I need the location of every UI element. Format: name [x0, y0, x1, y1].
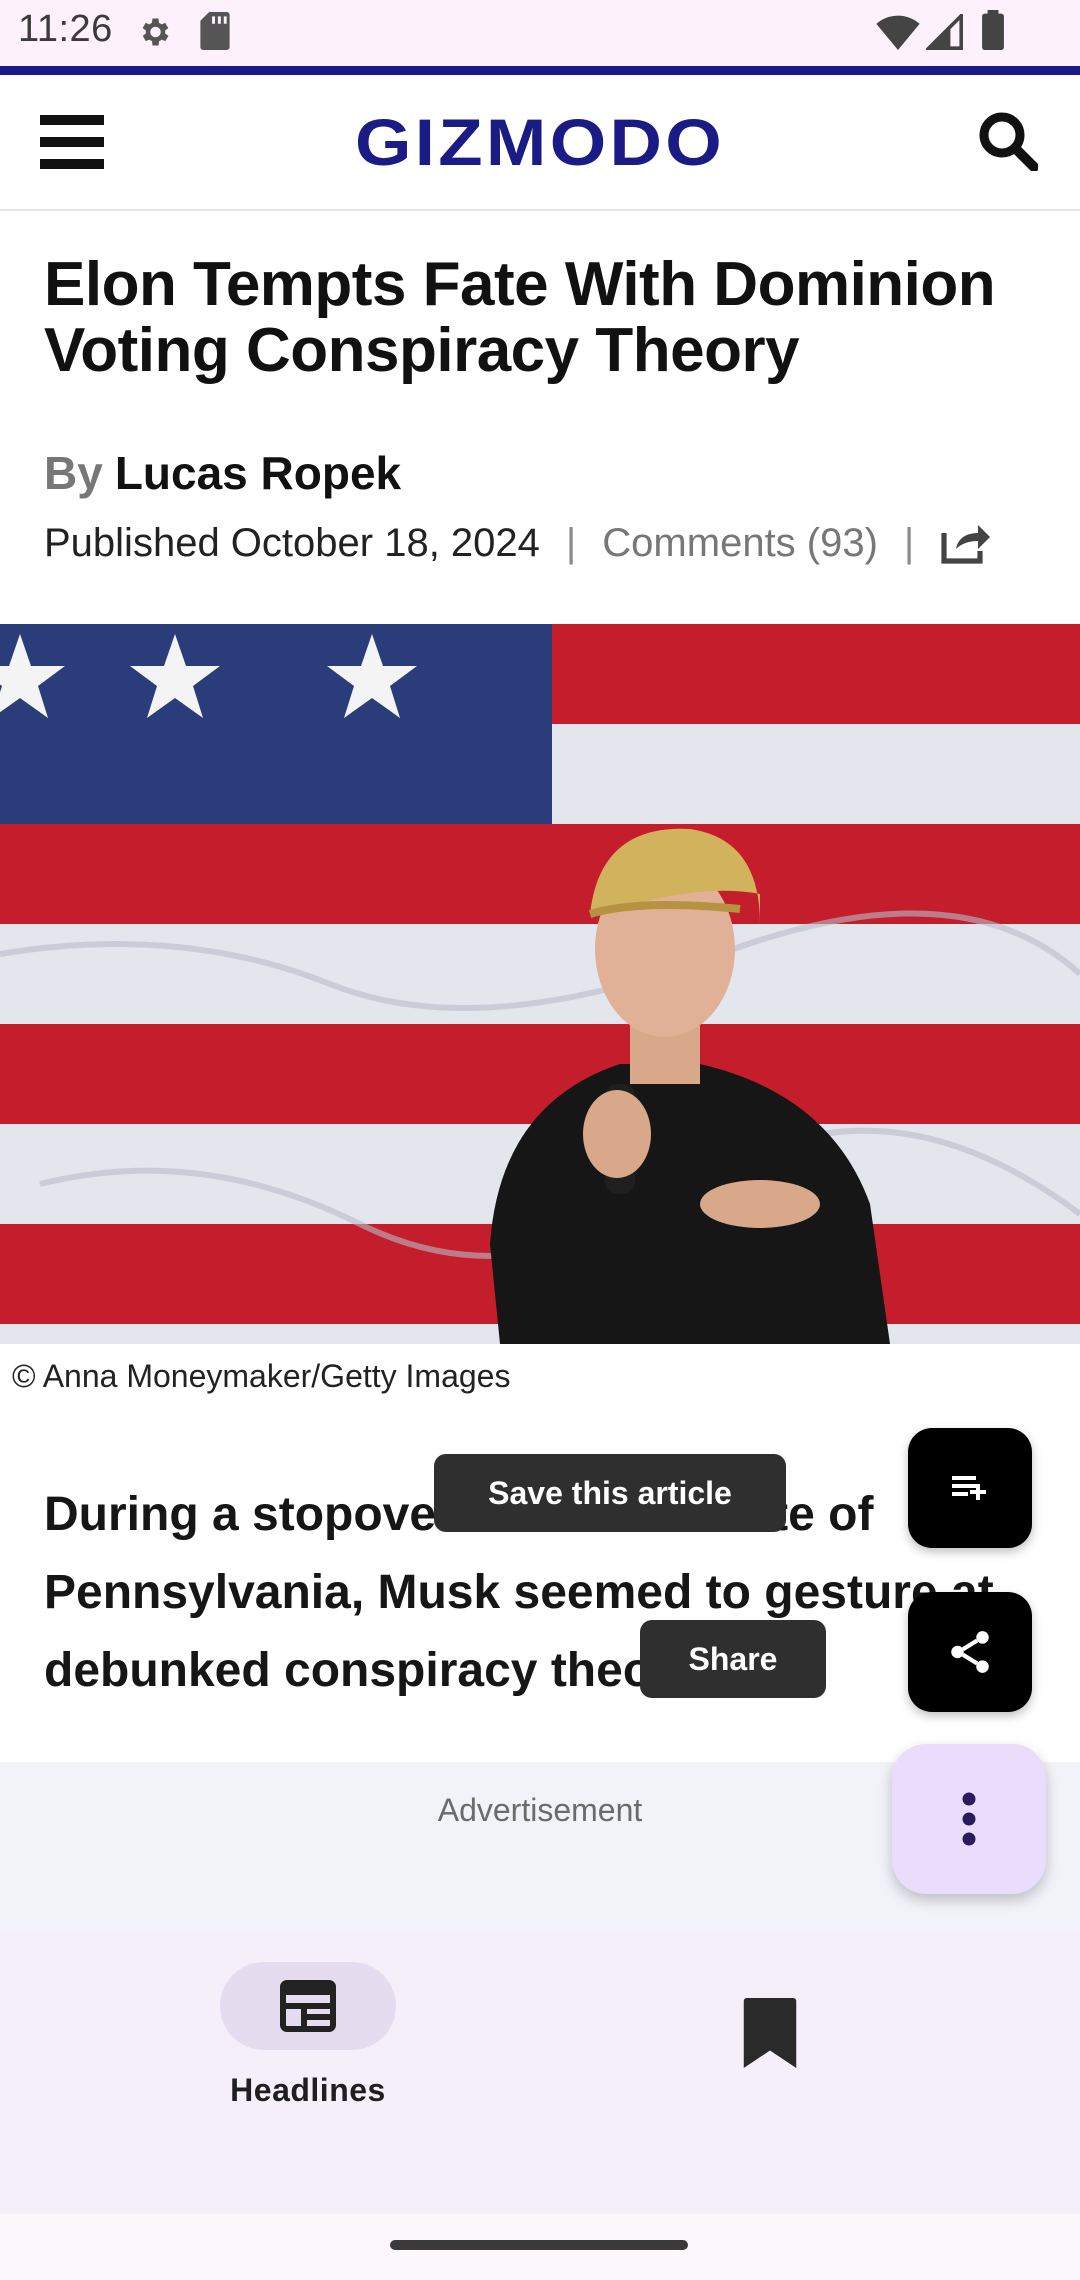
nav-headlines-label[interactable]: Headlines [200, 2072, 416, 2109]
published-date: Published October 18, 2024 [44, 520, 540, 565]
brand-rule [0, 66, 1080, 75]
save-tooltip: Save this article [434, 1454, 786, 1532]
more-vert-icon [962, 1792, 976, 1846]
article-meta: Published October 18, 2024 | Comments (9… [44, 520, 992, 566]
battery-icon [982, 10, 1004, 50]
bookmark-icon[interactable] [740, 1998, 800, 2068]
meta-separator: | [903, 520, 915, 565]
wifi-icon [876, 15, 920, 50]
author-name[interactable]: Lucas Ropek [115, 447, 401, 499]
search-icon[interactable] [978, 111, 1038, 171]
menu-icon[interactable] [40, 115, 104, 169]
playlist-add-icon [952, 1476, 986, 1500]
gizmodo-logo[interactable]: GIZMODO [352, 109, 728, 173]
share-external-icon[interactable] [940, 520, 992, 566]
sd-card-icon [200, 12, 230, 50]
newspaper-icon [280, 1980, 336, 2032]
byline: By Lucas Ropek [44, 446, 401, 500]
bottom-navigation [0, 1930, 1080, 2214]
logo-text: GIZMODO [355, 109, 725, 173]
share-tooltip: Share [640, 1620, 826, 1698]
save-article-button[interactable] [908, 1428, 1032, 1548]
share-button[interactable] [908, 1592, 1032, 1712]
photo-credit: © Anna Moneymaker/Getty Images [12, 1358, 511, 1394]
article-title: Elon Tempts Fate With Dominion Voting Co… [44, 250, 996, 385]
status-time: 11:26 [18, 8, 113, 50]
byline-prefix: By [44, 447, 103, 499]
home-gesture-bar[interactable] [390, 2240, 688, 2250]
gear-icon [142, 18, 169, 46]
meta-separator: | [565, 520, 577, 565]
share-icon [951, 1631, 989, 1673]
nav-headlines[interactable] [220, 1962, 396, 2050]
signal-icon [926, 14, 963, 50]
article-hero-image[interactable] [0, 624, 1080, 1344]
more-options-button[interactable] [892, 1744, 1046, 1894]
comments-link[interactable]: Comments (93) [602, 521, 878, 566]
app-header: GIZMODO [0, 75, 1080, 211]
